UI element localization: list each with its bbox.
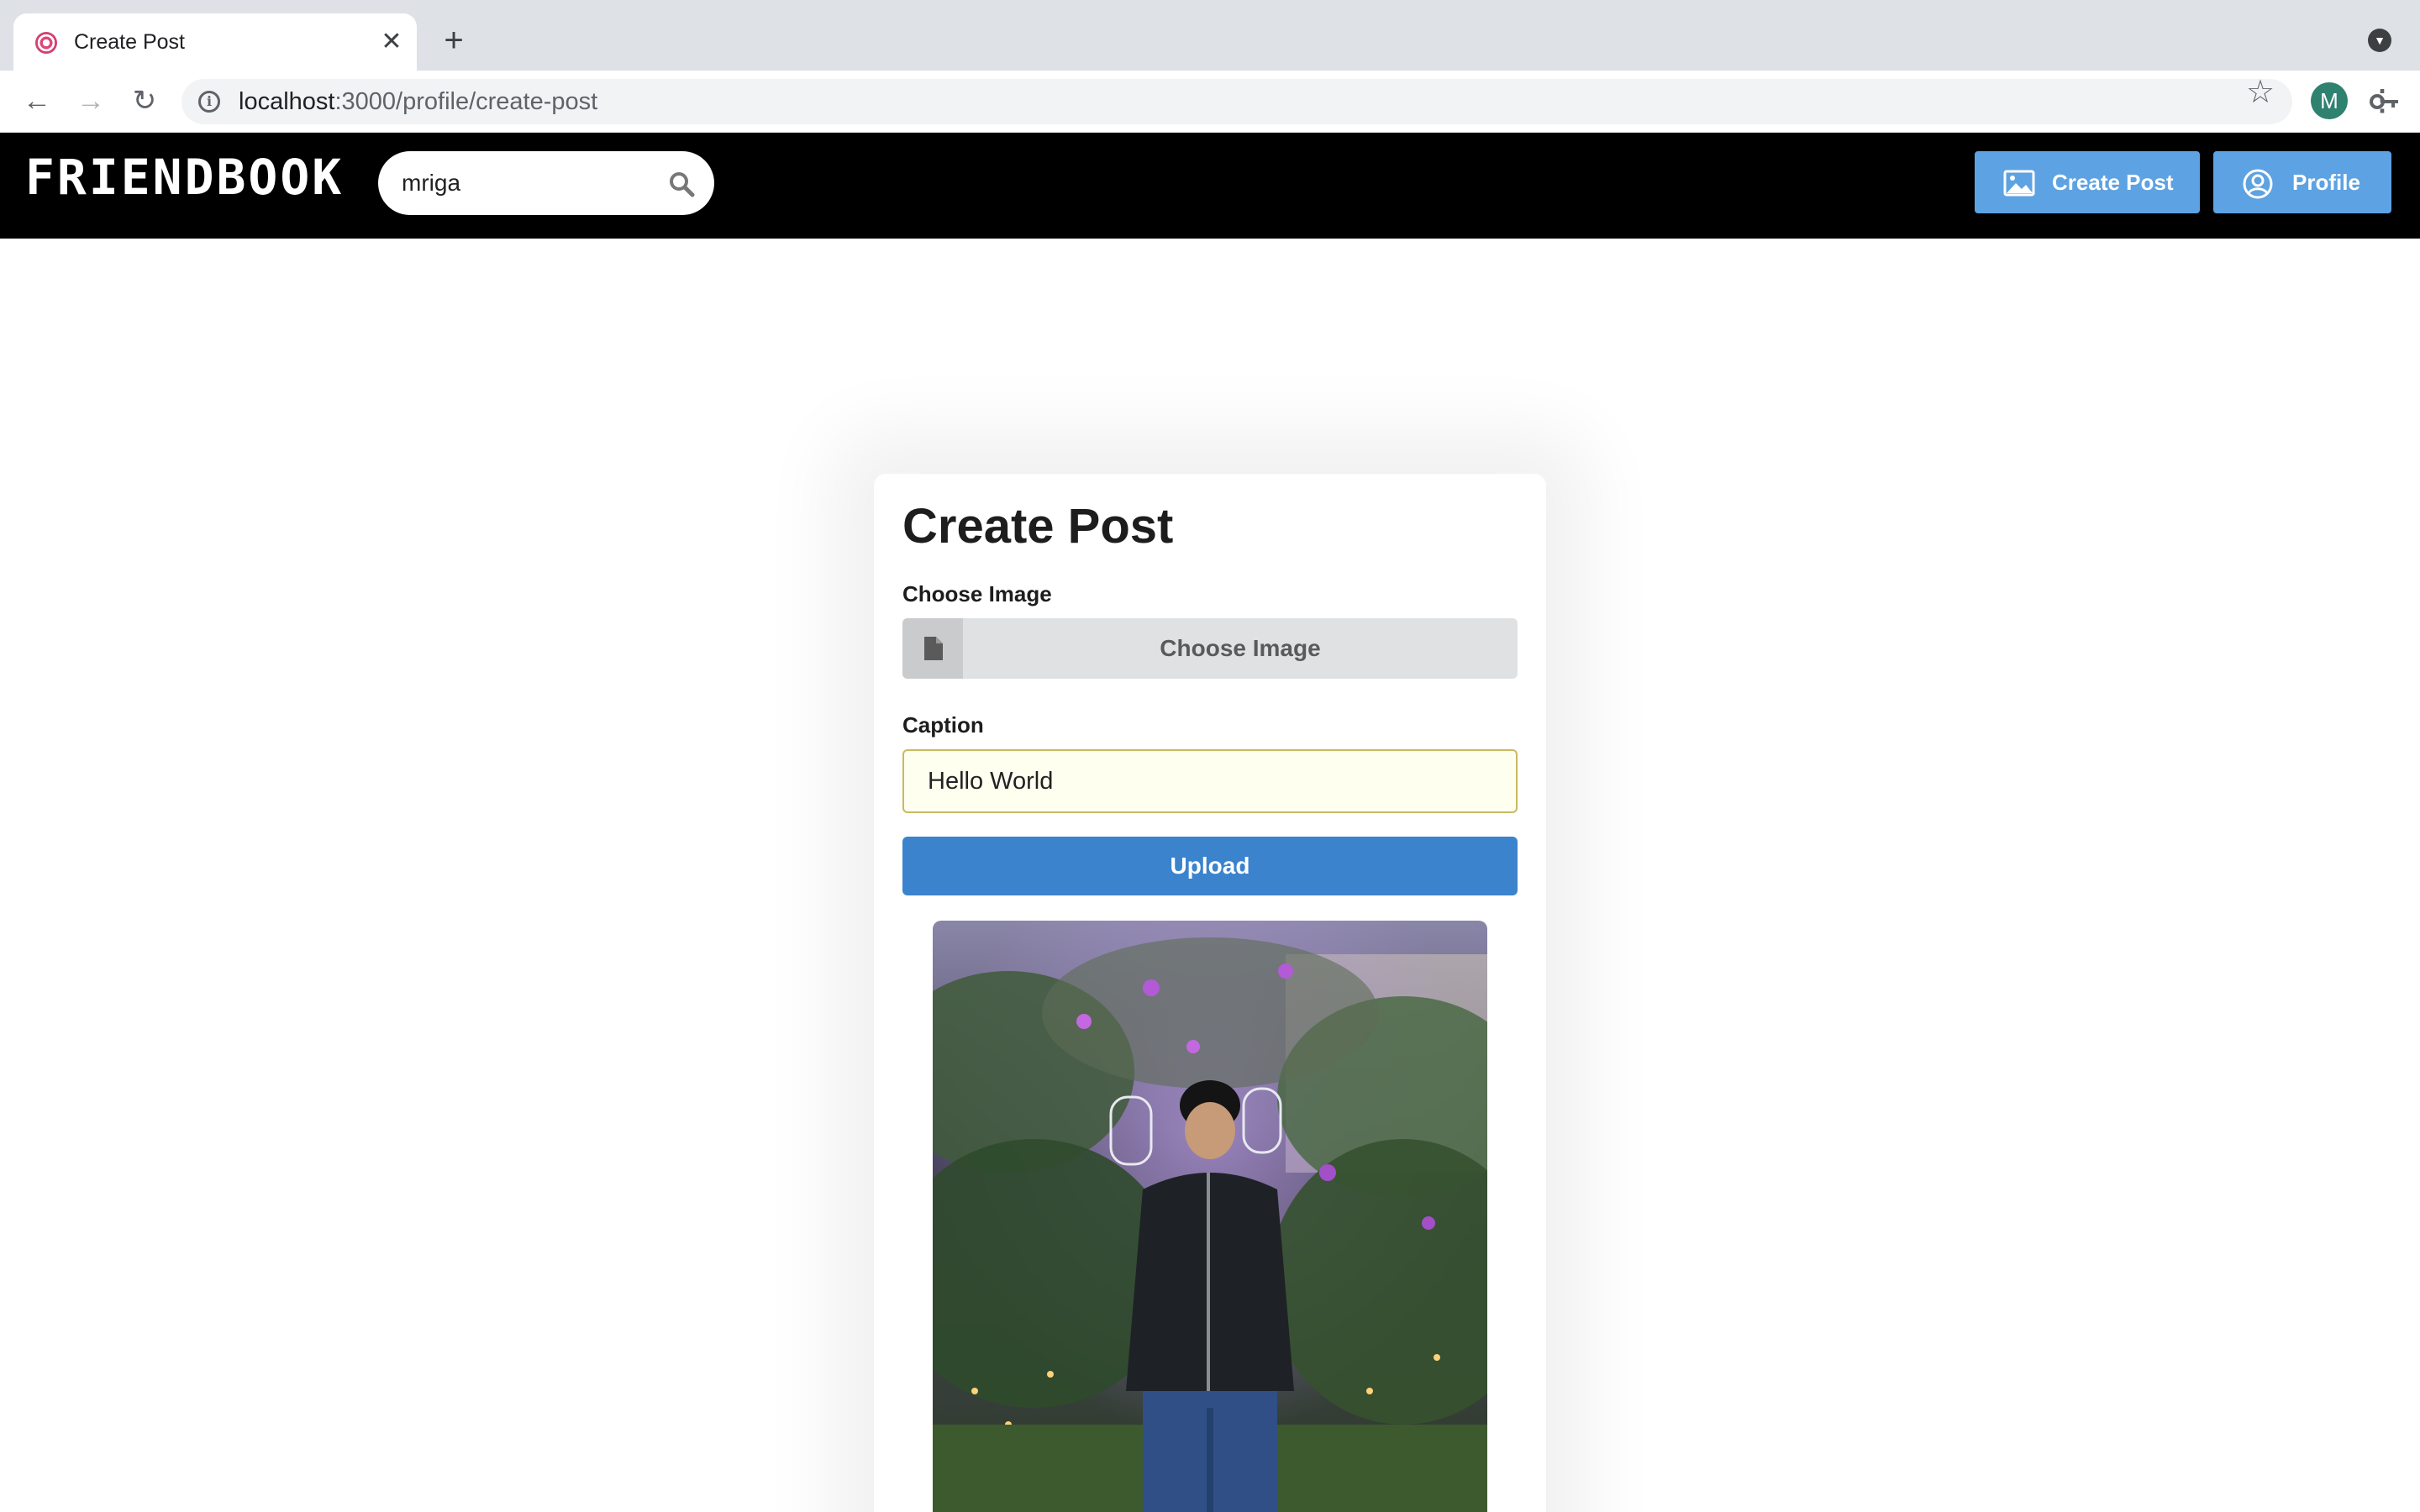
choose-image-label: Choose Image [902, 581, 1052, 606]
create-post-card: Create Post Choose Image Choose Image Ca… [874, 474, 1546, 1512]
page-title: Create Post [902, 499, 1174, 554]
user-circle-icon [2243, 169, 2273, 199]
profile-avatar[interactable]: M [2311, 82, 2348, 119]
file-icon-box [902, 618, 963, 679]
create-post-label: Create Post [2052, 170, 2174, 195]
address-bar[interactable]: i localhost:3000/profile/create-post [182, 79, 2398, 124]
image-icon [2003, 170, 2035, 197]
menu-icon[interactable]: ⋮ [2368, 82, 2396, 119]
forward-icon[interactable]: → [72, 82, 109, 119]
profile-button[interactable]: Profile [2213, 151, 2391, 213]
caption-input[interactable] [902, 749, 1518, 813]
new-tab-button[interactable]: + [437, 24, 471, 57]
create-post-button[interactable]: Create Post [1975, 151, 2200, 213]
back-icon[interactable]: ← [18, 82, 55, 119]
browser-tab[interactable]: Create Post ✕ [13, 13, 417, 71]
app-header: FRIENDBOOK Create Post Profile [0, 133, 2420, 239]
upload-button[interactable]: Upload [902, 837, 1518, 895]
choose-image-button-label: Choose Image [1160, 635, 1321, 661]
app-logo[interactable]: FRIENDBOOK [25, 148, 344, 207]
reload-icon[interactable]: ↻ [126, 82, 163, 119]
tab-search-icon[interactable]: ▼ [2368, 29, 2391, 52]
profile-label: Profile [2292, 170, 2360, 195]
tab-title: Create Post [74, 30, 186, 54]
caption-label: Caption [902, 712, 984, 738]
info-icon[interactable]: i [198, 91, 220, 113]
search-box[interactable] [378, 151, 714, 215]
search-icon[interactable] [667, 170, 696, 198]
browser-toolbar: ← → ↻ i localhost:3000/profile/create-po… [0, 71, 2420, 133]
close-tab-icon[interactable]: ✕ [376, 27, 407, 57]
browser-tabstrip: Create Post ✕ + ▼ [0, 0, 2420, 71]
url-text[interactable]: localhost:3000/profile/create-post [239, 87, 597, 116]
file-icon [924, 637, 943, 660]
image-preview [933, 921, 1487, 1512]
choose-image-button[interactable]: Choose Image [902, 618, 1518, 679]
favicon-icon [35, 32, 57, 54]
search-input[interactable] [402, 166, 654, 200]
star-icon[interactable]: ☆ [2244, 76, 2277, 109]
